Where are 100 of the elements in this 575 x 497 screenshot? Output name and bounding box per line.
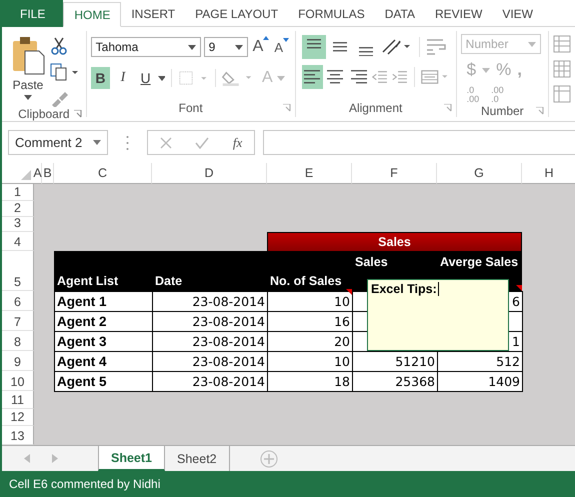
cell-styles-icon[interactable] bbox=[553, 85, 571, 103]
merge-cells-icon[interactable] bbox=[420, 67, 450, 87]
table-cell: 51210 bbox=[352, 351, 438, 372]
row-header[interactable]: 13 bbox=[2, 426, 34, 445]
text-cursor bbox=[438, 282, 439, 296]
align-lines-icon bbox=[304, 70, 320, 84]
enter-icon[interactable] bbox=[195, 136, 210, 148]
clipboard-icon bbox=[11, 35, 45, 75]
table-header-cell: No. of Sales bbox=[267, 251, 352, 291]
ribbon-tab[interactable]: DATA bbox=[374, 0, 425, 27]
table-cell: Agent 4 bbox=[54, 351, 153, 372]
column-header[interactable]: G bbox=[437, 163, 522, 184]
ribbon-tab[interactable]: HOME bbox=[63, 2, 122, 27]
ribbon-tab[interactable]: VIEW bbox=[492, 0, 543, 27]
align-lines-icon bbox=[358, 46, 373, 56]
column-header[interactable]: C bbox=[54, 163, 152, 184]
table-cell: 1409 bbox=[437, 371, 523, 392]
row-header[interactable]: 8 bbox=[2, 331, 34, 351]
table-cell: 23-08-2014 bbox=[152, 371, 268, 392]
table-cell: 23-08-2014 bbox=[152, 311, 268, 332]
table-cell: 20 bbox=[267, 331, 353, 352]
caret-icon[interactable] bbox=[158, 76, 166, 80]
copy-icon[interactable] bbox=[50, 63, 78, 81]
caret-icon bbox=[234, 44, 243, 50]
align-button[interactable] bbox=[302, 35, 326, 59]
grow-font-button[interactable]: A bbox=[250, 38, 270, 56]
row-header[interactable]: 12 bbox=[2, 409, 34, 426]
ribbon-tab[interactable]: REVIEW bbox=[424, 0, 492, 27]
dialog-launcher-icon[interactable] bbox=[74, 110, 82, 118]
dialog-launcher-icon[interactable] bbox=[444, 104, 452, 112]
column-header[interactable]: B bbox=[42, 163, 54, 184]
row-header[interactable]: 1 bbox=[2, 184, 34, 201]
align-button[interactable] bbox=[302, 65, 323, 89]
font-family-dropdown[interactable]: Tahoma bbox=[90, 37, 201, 57]
table-cell: 25368 bbox=[352, 371, 438, 392]
status-bar: Cell E6 commented by Nidhi bbox=[2, 471, 575, 497]
row-header[interactable]: 5 bbox=[2, 251, 34, 291]
ribbon-tab[interactable]: PAGE LAYOUT bbox=[185, 0, 288, 27]
add-sheet-icon[interactable] bbox=[260, 450, 278, 468]
column-header[interactable]: H bbox=[522, 163, 575, 184]
bold-button[interactable]: B bbox=[90, 67, 110, 89]
column-header[interactable]: E bbox=[267, 163, 352, 184]
brush-icon[interactable] bbox=[50, 89, 68, 107]
file-tab[interactable]: FILE bbox=[2, 0, 64, 27]
shrink-font-button[interactable]: A bbox=[272, 40, 289, 54]
row-header[interactable]: 2 bbox=[2, 201, 34, 217]
grip-icon bbox=[126, 134, 129, 150]
table-cell: 23-08-2014 bbox=[152, 331, 268, 352]
table-cell: 23-08-2014 bbox=[152, 291, 268, 312]
caret-icon bbox=[93, 140, 101, 145]
table-cell: 10 bbox=[267, 351, 353, 372]
group-label: Alignment bbox=[348, 101, 402, 115]
borders-icon[interactable] bbox=[178, 69, 209, 87]
group-label: Font bbox=[178, 101, 203, 115]
table-header-cell: Agent List bbox=[54, 251, 152, 291]
row-header[interactable]: 11 bbox=[2, 391, 34, 409]
caret-icon bbox=[188, 44, 196, 50]
row-header[interactable]: 10 bbox=[2, 371, 34, 391]
table-cell: 512 bbox=[437, 351, 523, 372]
dialog-launcher-icon[interactable] bbox=[536, 107, 544, 115]
table-cell: Agent 3 bbox=[54, 331, 153, 352]
italic-button[interactable]: I bbox=[113, 67, 133, 89]
underline-button[interactable]: U bbox=[136, 67, 156, 89]
row-header[interactable]: 4 bbox=[2, 232, 34, 251]
formula-input[interactable] bbox=[263, 130, 575, 155]
scissors-icon[interactable] bbox=[50, 37, 68, 55]
cancel-icon[interactable] bbox=[160, 136, 172, 148]
ribbon-tab[interactable]: FORMULAS bbox=[288, 0, 375, 27]
caret-icon bbox=[24, 95, 32, 100]
wrap-text-icon[interactable] bbox=[424, 37, 447, 57]
previous-sheet-icon[interactable] bbox=[24, 454, 30, 463]
comment-box[interactable]: Excel Tips: bbox=[367, 279, 509, 351]
table-cell: Agent 5 bbox=[54, 371, 153, 392]
caret-icon bbox=[276, 76, 285, 80]
ribbon-tab[interactable]: INSERT bbox=[121, 0, 186, 27]
triangle-icon bbox=[21, 170, 31, 180]
table-header-cell: Date bbox=[152, 251, 267, 291]
row-header[interactable]: 3 bbox=[2, 217, 34, 232]
insert-function-button[interactable]: fx bbox=[232, 134, 242, 150]
caret-icon bbox=[528, 42, 536, 46]
row-header[interactable]: 7 bbox=[2, 311, 34, 331]
table-header-cell: Sales bbox=[267, 232, 522, 251]
font-size-dropdown[interactable]: 9 bbox=[204, 37, 248, 57]
sheet-tab[interactable]: Sheet1 bbox=[98, 446, 165, 471]
dialog-launcher-icon[interactable] bbox=[282, 104, 291, 112]
paste-button[interactable]: Paste bbox=[6, 35, 50, 107]
conditional-format-icon[interactable] bbox=[553, 35, 571, 53]
row-header[interactable]: 9 bbox=[2, 351, 34, 371]
table-cell: 10 bbox=[267, 291, 353, 312]
align-lines-icon bbox=[327, 70, 344, 84]
table-cell: Agent 1 bbox=[54, 291, 153, 312]
align-lines-icon bbox=[350, 70, 367, 84]
row-header[interactable]: 6 bbox=[2, 291, 34, 311]
name-box[interactable]: Comment 2 bbox=[8, 130, 108, 155]
group-label: Clipboard bbox=[18, 107, 70, 121]
table-format-icon[interactable] bbox=[553, 60, 571, 78]
next-sheet-icon[interactable] bbox=[52, 454, 58, 463]
column-header[interactable]: A bbox=[34, 163, 42, 184]
column-header[interactable]: F bbox=[352, 163, 437, 184]
column-header[interactable]: D bbox=[152, 163, 267, 184]
